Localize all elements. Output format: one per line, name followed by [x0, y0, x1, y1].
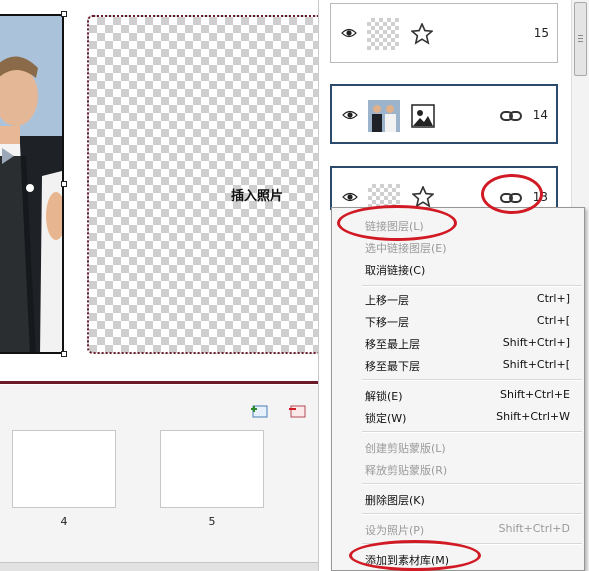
- menu-item-send-backward[interactable]: 下移一层 Ctrl+[: [332, 310, 584, 332]
- page-thumbnail-5[interactable]: [160, 430, 264, 508]
- menu-item-label: 取消链接(C): [365, 264, 426, 277]
- scrollbar-thumb[interactable]: [574, 2, 587, 76]
- layer-item-15[interactable]: 15: [330, 3, 558, 63]
- star-icon: [412, 186, 434, 208]
- menu-item-label: 删除图层(K): [365, 494, 425, 507]
- menu-item-label: 创建剪贴蒙版(L): [365, 442, 446, 455]
- eye-icon[interactable]: [341, 26, 357, 40]
- menu-separator: [362, 483, 582, 485]
- menu-item-label: 设为照片(P): [365, 524, 425, 537]
- menu-item-label: 解锁(E): [365, 390, 403, 403]
- resize-handle-bottom-right[interactable]: [61, 351, 67, 357]
- annotation-ellipse-link-layers: [337, 205, 457, 241]
- wedding-photo-frame[interactable]: [0, 14, 64, 354]
- eye-icon[interactable]: [342, 108, 358, 122]
- menu-item-label: 锁定(W): [365, 412, 407, 425]
- delete-page-icon[interactable]: [288, 403, 308, 419]
- menu-item-shortcut: Shift+Ctrl+D: [498, 522, 570, 535]
- page-thumbnail-4[interactable]: [12, 430, 116, 508]
- page-divider: [0, 381, 330, 384]
- menu-item-label: 选中链接图层(E): [365, 242, 447, 255]
- resize-handle-right[interactable]: [61, 181, 67, 187]
- page-number-label: 4: [60, 515, 68, 528]
- menu-separator: [362, 285, 582, 287]
- menu-item-select-linked-layers[interactable]: 选中链接图层(E): [332, 236, 584, 258]
- insert-photo-label: 插入照片: [231, 189, 284, 204]
- menu-item-lock[interactable]: 锁定(W) Shift+Ctrl+W: [332, 406, 584, 428]
- menu-separator: [362, 431, 582, 433]
- menu-item-release-clipping-mask[interactable]: 释放剪贴蒙版(R): [332, 458, 584, 480]
- layer-number: 15: [533, 26, 549, 40]
- annotation-ellipse-add-to-library: [349, 540, 481, 571]
- menu-item-shortcut: Ctrl+]: [536, 292, 570, 305]
- resize-handle-top-right[interactable]: [61, 11, 67, 17]
- menu-item-bring-to-front[interactable]: 移至最上层 Shift+Ctrl+]: [332, 332, 584, 354]
- add-page-icon[interactable]: [250, 403, 270, 419]
- menu-item-label: 下移一层: [365, 316, 409, 329]
- menu-separator: [362, 379, 582, 381]
- menu-item-shortcut: Ctrl+[: [536, 314, 570, 327]
- menu-item-send-to-back[interactable]: 移至最下层 Shift+Ctrl+[: [332, 354, 584, 376]
- wedding-photo-image: [0, 16, 62, 352]
- menu-item-shortcut: Shift+Ctrl+W: [496, 410, 570, 423]
- menu-item-shortcut: Shift+Ctrl+[: [502, 358, 570, 371]
- layer-thumbnail: [367, 18, 399, 50]
- eye-icon[interactable]: [342, 190, 358, 204]
- menu-item-label: 移至最上层: [365, 338, 420, 351]
- menu-item-shortcut: Shift+Ctrl+E: [500, 388, 570, 401]
- menu-item-set-as-photo[interactable]: 设为照片(P) Shift+Ctrl+D: [332, 518, 584, 540]
- menu-item-unlock[interactable]: 解锁(E) Shift+Ctrl+E: [332, 384, 584, 406]
- menu-item-create-clipping-mask[interactable]: 创建剪贴蒙版(L): [332, 436, 584, 458]
- annotation-ellipse-link-icon: [481, 174, 543, 214]
- menu-item-label: 释放剪贴蒙版(R): [365, 464, 448, 477]
- menu-separator: [362, 513, 582, 515]
- photo-placeholder-frame[interactable]: 插入照片: [87, 15, 333, 354]
- layer-context-menu: 链接图层(L) 选中链接图层(E) 取消链接(C) 上移一层 Ctrl+] 下移…: [331, 207, 585, 571]
- layer-number: 14: [532, 108, 548, 122]
- link-icon[interactable]: [500, 110, 522, 122]
- menu-item-label: 上移一层: [365, 294, 409, 307]
- menu-item-bring-forward[interactable]: 上移一层 Ctrl+]: [332, 288, 584, 310]
- star-icon: [411, 23, 433, 45]
- layer-thumbnail: [368, 100, 400, 132]
- bottom-status-bar: [0, 562, 330, 571]
- page-number-label: 5: [208, 515, 216, 528]
- menu-item-unlink[interactable]: 取消链接(C): [332, 258, 584, 280]
- menu-item-shortcut: Shift+Ctrl+]: [502, 336, 570, 349]
- menu-item-label: 移至最下层: [365, 360, 420, 373]
- pages-toolbar: [0, 398, 330, 424]
- menu-item-delete-layer[interactable]: 删除图层(K): [332, 488, 584, 510]
- layer-item-14[interactable]: 14: [330, 84, 558, 144]
- image-placeholder-icon: [411, 104, 435, 128]
